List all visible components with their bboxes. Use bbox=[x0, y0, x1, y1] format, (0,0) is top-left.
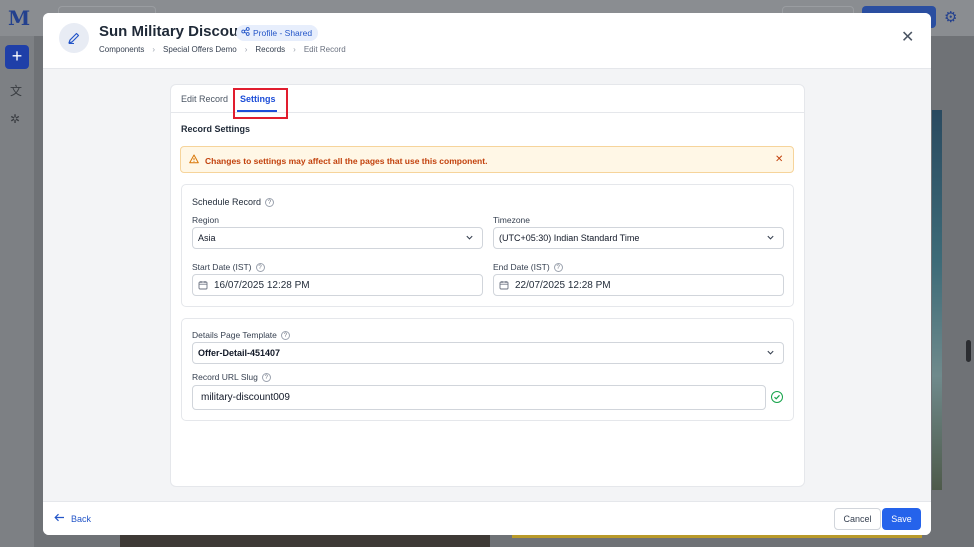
template-label: Details Page Template ? bbox=[192, 330, 290, 340]
shared-badge: Profile - Shared bbox=[236, 25, 319, 41]
gear-icon: ⚙ bbox=[944, 9, 958, 26]
save-button[interactable]: Save bbox=[882, 508, 921, 530]
region-value: Asia bbox=[198, 233, 216, 243]
start-date-input[interactable]: 16/07/2025 12:28 PM bbox=[192, 274, 483, 296]
breadcrumb-item-records[interactable]: Records bbox=[255, 45, 285, 54]
chevron-down-icon bbox=[766, 348, 775, 359]
alert-message: Changes to settings may affect all the p… bbox=[205, 156, 488, 166]
region-select[interactable]: Asia bbox=[192, 227, 483, 249]
warning-icon bbox=[189, 154, 199, 167]
timezone-select[interactable]: (UTC+05:30) Indian Standard Time bbox=[493, 227, 784, 249]
page-scrollbar bbox=[966, 340, 971, 362]
start-date-label-text: Start Date (IST) bbox=[192, 262, 252, 272]
template-value: Offer-Detail-451407 bbox=[198, 348, 281, 358]
background-image bbox=[932, 110, 942, 490]
chevron-right-icon: › bbox=[152, 45, 156, 54]
schedule-panel: Schedule Record ? Region Asia Timezone (… bbox=[181, 184, 794, 307]
close-icon[interactable]: ✕ bbox=[775, 154, 783, 165]
close-icon[interactable]: ✕ bbox=[901, 30, 914, 46]
chevron-right-icon: › bbox=[293, 45, 296, 54]
share-icon bbox=[241, 25, 250, 41]
edit-record-modal: Sun Military Discount Profile - Shared C… bbox=[43, 13, 931, 535]
end-date-label: End Date (IST) ? bbox=[493, 262, 563, 272]
chevron-right-icon: › bbox=[244, 45, 248, 54]
template-select[interactable]: Offer-Detail-451407 bbox=[192, 342, 784, 364]
help-icon[interactable]: ? bbox=[280, 330, 290, 340]
end-date-input[interactable]: 22/07/2025 12:28 PM bbox=[493, 274, 784, 296]
region-label: Region bbox=[192, 215, 219, 225]
help-icon[interactable]: ? bbox=[261, 372, 271, 382]
start-date-value: 16/07/2025 12:28 PM bbox=[214, 279, 310, 291]
end-date-label-text: End Date (IST) bbox=[493, 262, 550, 272]
schedule-title: Schedule Record bbox=[192, 197, 262, 207]
section-title: Record Settings bbox=[181, 124, 251, 134]
chevron-down-icon bbox=[766, 233, 775, 244]
magic-icon: ✲ bbox=[10, 112, 21, 126]
details-panel: Details Page Template ? Offer-Detail-451… bbox=[181, 318, 794, 421]
timezone-label: Timezone bbox=[493, 215, 531, 225]
back-button[interactable]: Back bbox=[54, 513, 91, 524]
breadcrumb: Components › Special Offers Demo › Recor… bbox=[99, 45, 346, 54]
timezone-value: (UTC+05:30) Indian Standard Time bbox=[499, 233, 640, 243]
breadcrumb-item-special-offers-demo[interactable]: Special Offers Demo bbox=[163, 45, 237, 54]
help-icon[interactable]: ? bbox=[265, 197, 275, 207]
translate-icon: 文 bbox=[10, 84, 23, 98]
settings-card: Edit Record Settings Record Settings Cha… bbox=[170, 84, 805, 487]
tab-bar: Edit Record Settings bbox=[171, 85, 804, 119]
start-date-label: Start Date (IST) ? bbox=[192, 262, 265, 272]
background-image bbox=[120, 534, 490, 547]
calendar-icon bbox=[198, 280, 208, 290]
help-icon[interactable]: ? bbox=[255, 262, 265, 272]
tab-edit-record[interactable]: Edit Record bbox=[181, 94, 228, 104]
chevron-down-icon bbox=[465, 233, 474, 244]
slug-label: Record URL Slug ? bbox=[192, 372, 271, 382]
add-icon: + bbox=[5, 45, 29, 69]
breadcrumb-item-components[interactable]: Components bbox=[99, 45, 144, 54]
edit-pencil-icon bbox=[59, 23, 89, 53]
slug-input[interactable]: military-discount009 bbox=[192, 385, 766, 410]
schedule-heading: Schedule Record ? bbox=[192, 197, 275, 207]
back-label: Back bbox=[71, 513, 92, 524]
slug-label-text: Record URL Slug bbox=[192, 372, 258, 382]
badge-label: Profile - Shared bbox=[253, 28, 313, 38]
help-icon[interactable]: ? bbox=[553, 262, 563, 272]
template-label-text: Details Page Template bbox=[192, 330, 277, 340]
annotation-highlight-box bbox=[233, 88, 288, 119]
check-circle-icon bbox=[771, 391, 783, 403]
page-title: Sun Military Discount bbox=[99, 23, 253, 40]
modal-footer: Back Cancel Save bbox=[43, 501, 931, 535]
modal-header: Sun Military Discount Profile - Shared C… bbox=[43, 13, 931, 69]
arrow-left-icon bbox=[54, 513, 65, 524]
app-logo: M bbox=[8, 6, 31, 30]
breadcrumb-item-current: Edit Record bbox=[303, 45, 346, 54]
end-date-value: 22/07/2025 12:28 PM bbox=[515, 279, 611, 291]
calendar-icon bbox=[499, 280, 509, 290]
slug-value: military-discount009 bbox=[201, 392, 290, 403]
warning-alert: Changes to settings may affect all the p… bbox=[180, 146, 794, 173]
cancel-button[interactable]: Cancel bbox=[834, 508, 881, 530]
